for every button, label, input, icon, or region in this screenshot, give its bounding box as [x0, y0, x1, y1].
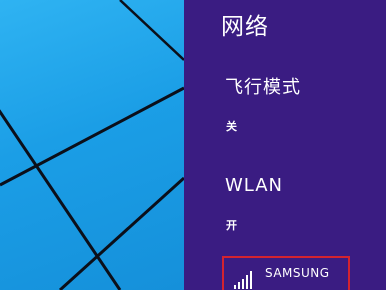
network-name: SAMSUNG [265, 266, 330, 280]
screen: 网络 飞行模式 关 WLAN 开 SAMSUNG [0, 0, 386, 290]
network-item-samsung[interactable]: SAMSUNG [222, 256, 350, 290]
network-panel: 网络 飞行模式 关 WLAN 开 SAMSUNG [184, 0, 386, 290]
airplane-mode-toggle[interactable]: 关 [226, 120, 237, 134]
airplane-mode-label: 飞行模式 [225, 77, 301, 98]
desktop-wallpaper-lines [0, 0, 184, 290]
panel-title: 网络 [221, 14, 269, 40]
wlan-toggle[interactable]: 开 [226, 219, 237, 233]
wlan-label: WLAN [225, 175, 284, 196]
desktop-background [0, 0, 184, 290]
wifi-signal-icon [234, 271, 252, 289]
